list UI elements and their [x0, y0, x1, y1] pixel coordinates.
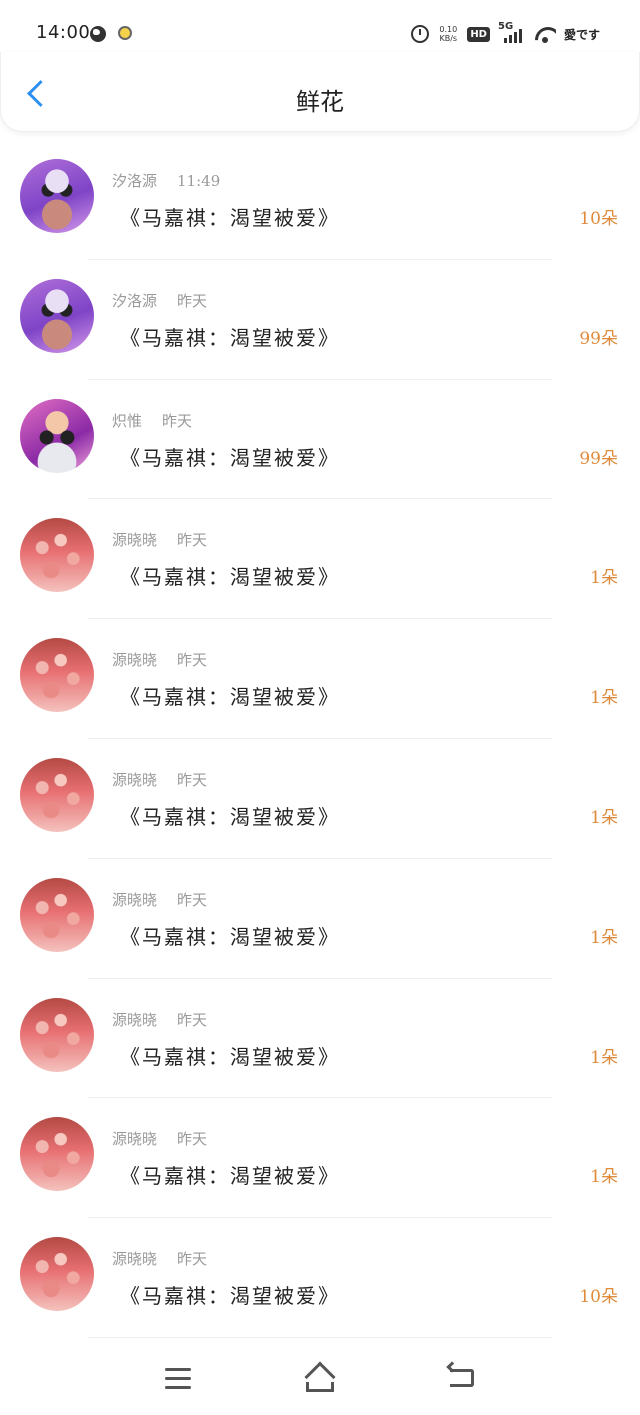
- sent-time: 昨天: [177, 531, 208, 550]
- list-item[interactable]: 汐洛源 昨天 《马嘉祺：渴望被爱》 99朵: [0, 260, 640, 380]
- avatar[interactable]: [20, 518, 94, 593]
- network-speed-unit: KB/s: [439, 34, 458, 43]
- message-text: 《马嘉祺：渴望被爱》: [120, 685, 340, 710]
- globe-icon: [90, 26, 106, 42]
- avatar[interactable]: [20, 159, 94, 233]
- flower-count: 1朵: [590, 927, 618, 948]
- flower-count: 1朵: [590, 688, 618, 709]
- flower-count: 1朵: [590, 568, 618, 589]
- message-text: 《马嘉祺：渴望被爱》: [120, 1164, 340, 1189]
- message-text: 《马嘉祺：渴望被爱》: [120, 565, 340, 590]
- avatar[interactable]: [20, 757, 94, 832]
- sender-name[interactable]: 汐洛源: [112, 292, 157, 310]
- return-icon: [450, 1369, 474, 1387]
- message-text: 《马嘉祺：渴望被爱》: [120, 445, 340, 470]
- flower-count: 1朵: [590, 807, 618, 828]
- signal-icon: 5G: [498, 21, 526, 45]
- status-time: 14:00: [36, 22, 91, 43]
- list-item[interactable]: 汐洛源 11:49 《马嘉祺：渴望被爱》 10朵: [0, 140, 640, 260]
- sent-time: 昨天: [177, 651, 208, 670]
- message-text: 《马嘉祺：渴望被爱》: [120, 924, 340, 949]
- flower-count: 10朵: [579, 1287, 618, 1308]
- pet-icon: [118, 26, 132, 40]
- wifi-icon: [534, 25, 556, 43]
- sender-name[interactable]: 源晓晓: [112, 771, 157, 789]
- home-button[interactable]: [300, 1360, 340, 1396]
- message-text: 《马嘉祺：渴望被爱》: [120, 325, 340, 350]
- sent-time: 昨天: [177, 1010, 208, 1029]
- sender-name[interactable]: 源晓晓: [112, 651, 157, 669]
- message-text: 《马嘉祺：渴望被爱》: [120, 206, 340, 230]
- message-text: 《马嘉祺：渴望被爱》: [120, 1044, 340, 1069]
- hd-icon: HD: [467, 26, 490, 42]
- message-text: 《马嘉祺：渴望被爱》: [120, 1284, 340, 1309]
- sent-time: 昨天: [177, 890, 208, 909]
- flower-count: 1朵: [590, 1167, 618, 1188]
- avatar[interactable]: [20, 1237, 94, 1312]
- list-item[interactable]: 源晓晓 昨天 《马嘉祺：渴望被爱》 1朵: [0, 859, 640, 979]
- list-item[interactable]: 源晓晓 昨天 《马嘉祺：渴望被爱》 1朵: [0, 1098, 640, 1218]
- network-speed: 0.10 KB/s: [437, 25, 459, 43]
- sent-time: 昨天: [177, 770, 208, 789]
- list-item[interactable]: 源晓晓 昨天 《马嘉祺：渴望被爱》 1朵: [0, 499, 640, 619]
- sender-name[interactable]: 汐洛源: [112, 172, 157, 190]
- sent-time: 11:49: [177, 172, 221, 190]
- avatar[interactable]: [20, 278, 94, 353]
- flower-count: 99朵: [579, 328, 618, 349]
- flower-list: 汐洛源 11:49 《马嘉祺：渴望被爱》 10朵 汐洛源 昨天 《马嘉祺：渴望被爱》…: [0, 140, 640, 1338]
- carrier-label: 愛です: [563, 27, 600, 42]
- sent-time: 昨天: [177, 1130, 208, 1149]
- sender-name[interactable]: 源晓晓: [112, 1250, 157, 1268]
- list-item[interactable]: 源晓晓 昨天 《马嘉祺：渴望被爱》 1朵: [0, 979, 640, 1099]
- list-item[interactable]: 炽惟 昨天 《马嘉祺：渴望被爱》 99朵: [0, 380, 640, 500]
- avatar[interactable]: [20, 877, 94, 952]
- sender-name[interactable]: 源晓晓: [112, 1011, 157, 1029]
- avatar[interactable]: [20, 997, 94, 1072]
- sent-time: 昨天: [177, 291, 208, 310]
- menu-icon: [165, 1368, 191, 1371]
- message-text: 《马嘉祺：渴望被爱》: [120, 804, 340, 829]
- list-item[interactable]: 源晓晓 昨天 《马嘉祺：渴望被爱》 10朵: [0, 1218, 640, 1338]
- sent-time: 昨天: [162, 411, 193, 430]
- menu-button[interactable]: [158, 1360, 198, 1396]
- avatar[interactable]: [20, 638, 94, 713]
- list-item[interactable]: 源晓晓 昨天 《马嘉祺：渴望被爱》 1朵: [0, 739, 640, 859]
- sender-name[interactable]: 源晓晓: [112, 1130, 157, 1148]
- network-speed-value: 0.10: [439, 25, 458, 34]
- sender-name[interactable]: 源晓晓: [112, 891, 157, 909]
- alarm-icon: [411, 25, 430, 43]
- avatar[interactable]: [20, 398, 94, 473]
- header: 鲜花: [0, 52, 640, 132]
- status-icons: 0.10 KB/s HD 5G 愛です: [411, 21, 600, 46]
- flower-count: 1朵: [590, 1047, 618, 1068]
- sender-name[interactable]: 炽惟: [112, 412, 142, 430]
- flower-count: 10朵: [579, 209, 618, 229]
- system-nav-bar: [0, 1340, 640, 1415]
- page-title: 鲜花: [296, 88, 344, 116]
- flower-count: 99朵: [579, 448, 618, 469]
- sender-name[interactable]: 源晓晓: [112, 531, 157, 549]
- return-button[interactable]: [444, 1360, 484, 1396]
- sent-time: 昨天: [177, 1250, 208, 1269]
- list-item[interactable]: 源晓晓 昨天 《马嘉祺：渴望被爱》 1朵: [0, 619, 640, 739]
- avatar[interactable]: [20, 1117, 94, 1192]
